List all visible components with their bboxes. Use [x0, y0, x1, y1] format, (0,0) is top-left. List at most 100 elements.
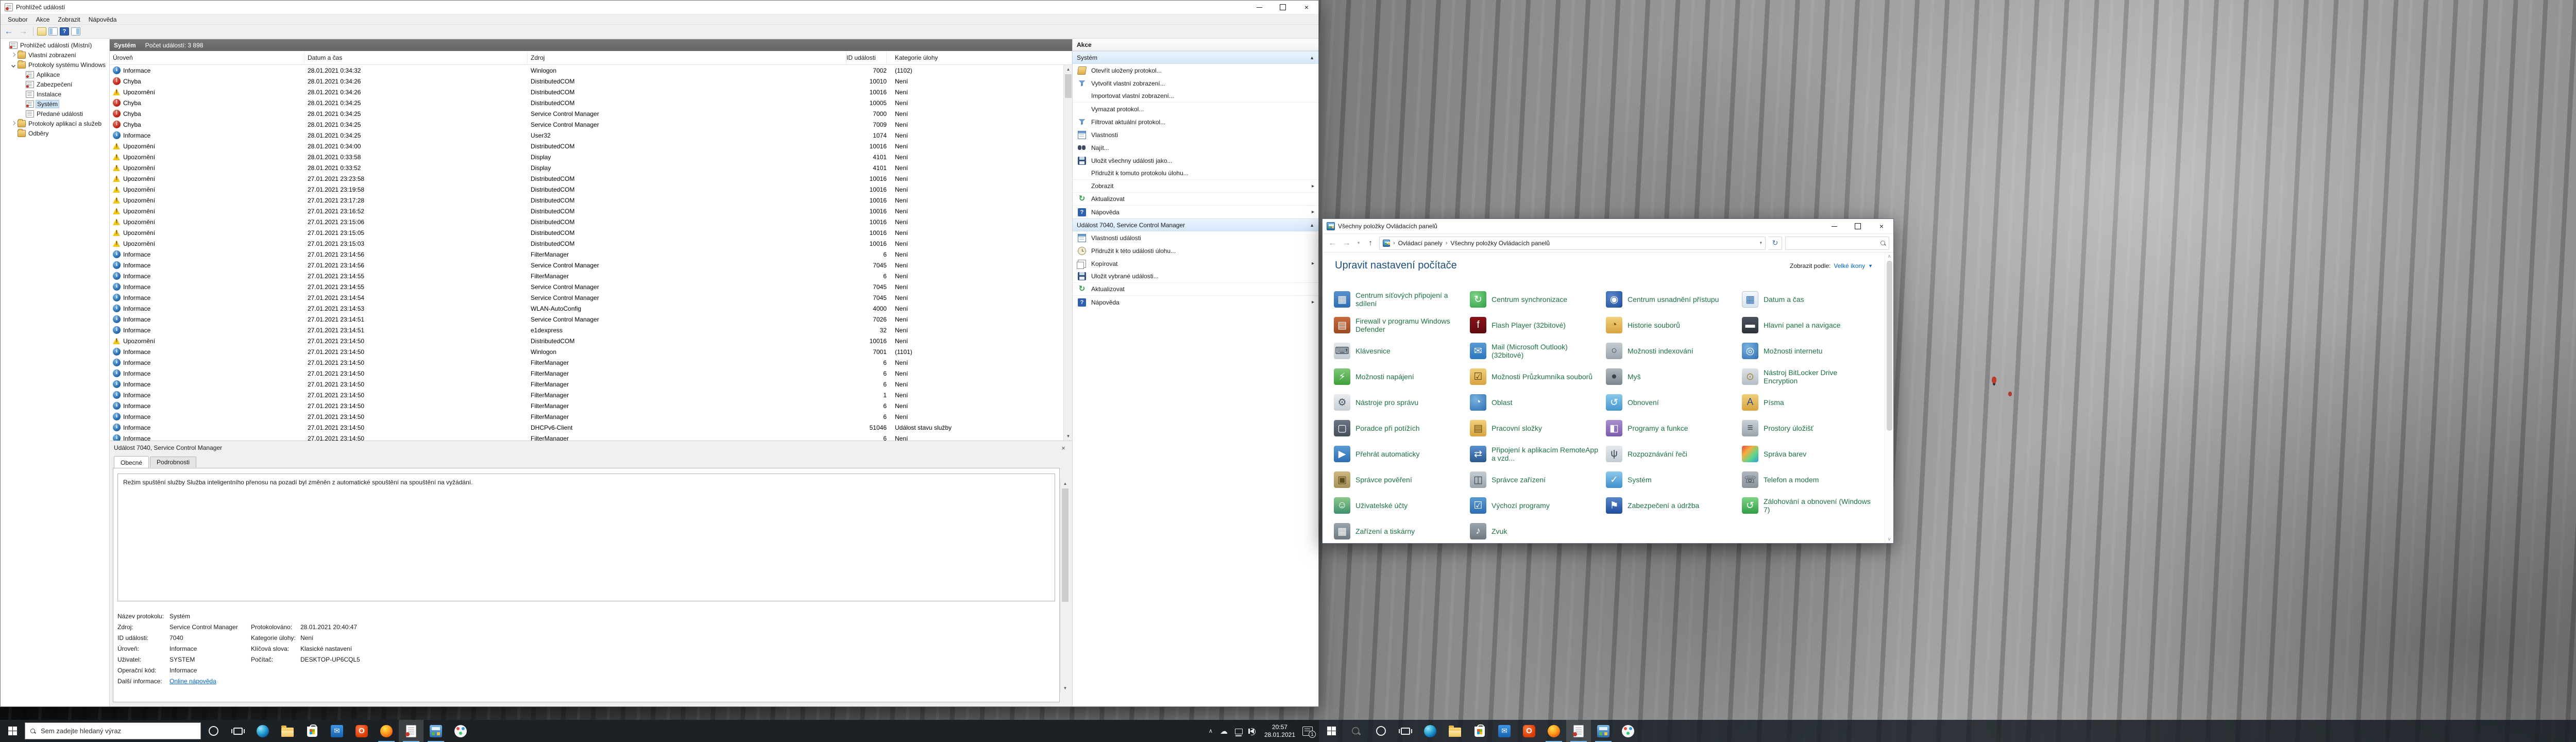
event-row[interactable]: Informace 27.01.2021 23:14:50 FilterManage…	[110, 379, 1063, 390]
control-panel-item[interactable]: ☑ Možnosti Průzkumníka souborů	[1470, 364, 1606, 390]
search-input[interactable]	[1785, 236, 1889, 250]
taskbar-app-office[interactable]: O	[1517, 720, 1541, 742]
action-item[interactable]: Najít...	[1073, 141, 1318, 154]
taskbar-app-mail[interactable]: ✉	[1492, 720, 1517, 742]
scroll-down-icon[interactable]: ▼	[1061, 684, 1070, 693]
control-panel-item[interactable]: ⊙ Nástroj BitLocker Drive Encryption	[1742, 364, 1878, 390]
taskbar-app-store[interactable]	[1467, 720, 1492, 742]
scrollbar-thumb[interactable]	[1887, 261, 1892, 431]
tree-item[interactable]: Prohlížeč událostí (Místní)	[1, 40, 109, 50]
taskbar-app-firefox[interactable]	[1541, 720, 1566, 742]
event-row[interactable]: Chyba 28.01.2021 0:34:25 DistributedCOM 100…	[110, 97, 1063, 108]
tree-item[interactable]: Vlastní zobrazení	[1, 50, 109, 60]
action-item[interactable]: Importovat vlastní zobrazení...	[1073, 90, 1318, 103]
control-panel-item[interactable]: ☺ Uživatelské účty	[1334, 493, 1470, 518]
tree-item[interactable]: Systém	[1, 99, 109, 109]
event-row[interactable]: Informace 27.01.2021 23:14:50 DHCPv6-Clien…	[110, 422, 1063, 433]
event-row[interactable]: Informace 27.01.2021 23:14:51 Service Cont…	[110, 314, 1063, 325]
tree-item[interactable]: Zabezpečení	[1, 79, 109, 89]
action-item[interactable]: Filtrovat aktuální protokol...	[1073, 115, 1318, 128]
event-row[interactable]: Upozornění 27.01.2021 23:23:58 Distributed…	[110, 173, 1063, 184]
console-tree-toggle-icon[interactable]	[48, 27, 58, 36]
forward-icon[interactable]: →	[1341, 239, 1352, 247]
column-header[interactable]: Kategorie úlohy	[887, 51, 1072, 64]
control-panel-item[interactable]: ◉ Centrum usnadnění přístupu	[1606, 286, 1742, 312]
control-panel-item[interactable]: ▣ Správce pověření	[1334, 467, 1470, 493]
event-row[interactable]: Upozornění 27.01.2021 23:14:50 Distributed…	[110, 335, 1063, 346]
column-header[interactable]: ID události	[846, 51, 887, 64]
taskbar-search-input[interactable]: Sem zadejte hledaný výraz	[25, 722, 201, 739]
taskbar-app-paint[interactable]	[1616, 720, 1640, 742]
close-button[interactable]: ×	[1295, 1, 1318, 14]
event-row[interactable]: Upozornění 28.01.2021 0:34:26 DistributedC…	[110, 87, 1063, 97]
action-item[interactable]: Uložit všechny události jako...	[1073, 154, 1318, 167]
tree-item[interactable]: Předané události	[1, 109, 109, 119]
event-row[interactable]: Chyba 28.01.2021 0:34:25 Service Control M…	[110, 119, 1063, 130]
control-panel-scrollbar[interactable]: ∧ ∨	[1885, 252, 1893, 543]
start-button[interactable]	[1319, 720, 1344, 742]
control-panel-item[interactable]: ↺ Obnovení	[1606, 390, 1742, 415]
control-panel-item[interactable]: A Písma	[1742, 390, 1878, 415]
tree-item[interactable]: Protokoly systému Windows	[1, 60, 109, 70]
control-panel-item[interactable]: ◎ Možnosti internetu	[1742, 338, 1878, 364]
chevron-down-icon[interactable]: ▼	[1868, 263, 1873, 268]
field-value-link[interactable]: Online nápověda	[170, 678, 251, 685]
control-panel-item[interactable]: ↻ Centrum synchronizace	[1470, 286, 1606, 312]
action-item[interactable]: Nápověda ▸	[1073, 296, 1318, 309]
start-button[interactable]	[0, 720, 25, 742]
view-by-value[interactable]: Velké ikony	[1834, 262, 1865, 269]
control-panel-item[interactable]: ✓ Systém	[1606, 467, 1742, 493]
taskbar-app-task-view[interactable]	[226, 720, 250, 742]
control-panel-item[interactable]: ↺ Zálohování a obnovení (Windows 7)	[1742, 493, 1878, 518]
menu-item-akce[interactable]: Akce	[32, 15, 54, 24]
action-item[interactable]: Přidružit k této události úlohu...	[1073, 244, 1318, 257]
control-panel-item[interactable]: ✉ Mail (Microsoft Outlook) (32bitové)	[1470, 338, 1606, 364]
tab-general[interactable]: Obecné	[114, 456, 149, 468]
breadcrumb-item[interactable]: Všechny položky Ovládacích panelů	[1450, 240, 1550, 247]
column-header[interactable]: Úroveň	[110, 51, 304, 64]
scroll-up-icon[interactable]: ▲	[1061, 479, 1070, 488]
notifications-icon[interactable]: 1	[1302, 726, 1316, 738]
event-row[interactable]: Chyba 28.01.2021 0:34:25 Service Control M…	[110, 108, 1063, 119]
event-row[interactable]: Upozornění 27.01.2021 23:16:52 Distributed…	[110, 206, 1063, 216]
action-pane-toggle-icon[interactable]	[71, 27, 80, 36]
event-row[interactable]: Chyba 28.01.2021 0:34:26 DistributedCOM 100…	[110, 76, 1063, 87]
breadcrumb[interactable]: › Ovládací panely › Všechny položky Ovlá…	[1379, 236, 1766, 250]
event-row[interactable]: Informace 27.01.2021 23:14:53 WLAN-AutoCon…	[110, 303, 1063, 314]
control-panel-item[interactable]: ≡ Prostory úložišť	[1742, 415, 1878, 441]
control-panel-item[interactable]: f Flash Player (32bitové)	[1470, 312, 1606, 338]
event-viewer-titlebar[interactable]: Prohlížeč událostí ×	[1, 1, 1318, 14]
chevron-down-icon[interactable]: ▾	[1759, 240, 1762, 246]
control-panel-item[interactable]: ▬ Hlavní panel a navigace	[1742, 312, 1878, 338]
search-button[interactable]	[1344, 720, 1368, 742]
control-panel-item[interactable]: ◔ Historie souborů	[1606, 312, 1742, 338]
control-panel-item[interactable]: ψ Rozpoznávání řeči	[1606, 441, 1742, 467]
control-panel-item[interactable]: ▤ Pracovní složky	[1470, 415, 1606, 441]
column-header[interactable]: Zdroj	[528, 51, 846, 64]
minimize-button[interactable]	[1822, 219, 1846, 233]
scroll-down-icon[interactable]: ∨	[1885, 536, 1893, 542]
control-panel-titlebar[interactable]: Všechny položky Ovládacích panelů ×	[1323, 219, 1893, 234]
menu-item-nápověda[interactable]: Nápověda	[84, 15, 121, 24]
tree-item[interactable]: Protokoly aplikací a služeb	[1, 119, 109, 128]
action-item[interactable]: Uložit vybrané události...	[1073, 270, 1318, 283]
event-row[interactable]: Upozornění 28.01.2021 0:33:52 Display 4101 N…	[110, 162, 1063, 173]
action-item[interactable]: Vytvořit vlastní zobrazení...	[1073, 77, 1318, 90]
taskbar-app-event-viewer[interactable]	[399, 720, 423, 742]
tree-expander-icon[interactable]	[11, 121, 16, 126]
event-row[interactable]: Informace 27.01.2021 23:14:56 FilterManage…	[110, 249, 1063, 260]
event-row[interactable]: Informace 28.01.2021 0:34:25 User32 1074 Nen…	[110, 130, 1063, 141]
control-panel-item[interactable]: ▢ Poradce při potížích	[1334, 415, 1470, 441]
control-panel-item[interactable]: ○ Možnosti indexování	[1606, 338, 1742, 364]
taskbar-app-cortana[interactable]	[201, 720, 226, 742]
network-icon[interactable]	[1234, 729, 1243, 736]
event-row[interactable]: Upozornění 28.01.2021 0:34:00 DistributedC…	[110, 141, 1063, 151]
maximize-button[interactable]	[1271, 1, 1295, 14]
open-log-icon[interactable]	[37, 27, 46, 36]
onedrive-icon[interactable]: ☁	[1220, 727, 1228, 736]
event-row[interactable]: Informace 27.01.2021 23:14:54 Service Cont…	[110, 292, 1063, 303]
hidden-icons-chevron-icon[interactable]: ∧	[1209, 728, 1213, 734]
taskbar-app-file-explorer[interactable]	[275, 720, 300, 742]
scrollbar-thumb[interactable]	[1065, 74, 1072, 98]
refresh-icon[interactable]: ↻	[1769, 236, 1782, 250]
